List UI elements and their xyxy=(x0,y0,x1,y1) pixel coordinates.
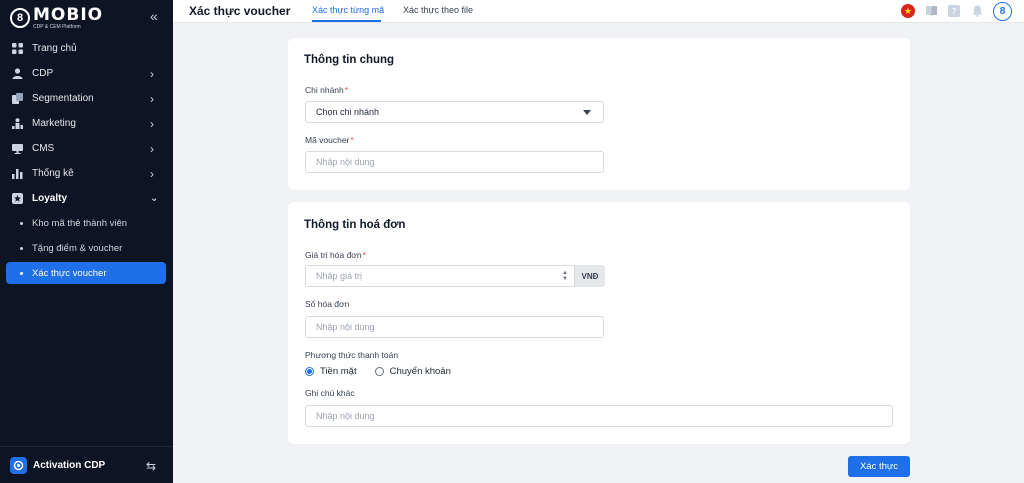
page-title: Xác thực voucher xyxy=(189,4,291,18)
branch-select-value: Chọn chi nhánh xyxy=(316,107,380,117)
user-icon xyxy=(12,68,23,79)
sidebar-item-segmentation[interactable]: Segmentation › xyxy=(0,86,173,111)
chart-icon xyxy=(12,168,23,179)
sidebar-item-label: CDP xyxy=(32,68,54,79)
number-stepper-icon[interactable]: ▲ ▼ xyxy=(562,270,568,282)
general-info-card: Thông tin chung Chi nhánh* Chọn chi nhán… xyxy=(288,38,910,190)
sidebar-item-label: Segmentation xyxy=(32,93,94,104)
vietnam-flag-icon[interactable]: ★ xyxy=(901,4,915,18)
invoice-number-label: Số hóa đơn xyxy=(305,299,350,309)
chevron-right-icon: › xyxy=(150,142,154,156)
radio-cash[interactable] xyxy=(305,367,314,376)
collapse-sidebar-icon[interactable]: « xyxy=(150,8,158,24)
payment-method-options: Tiền mặt Chuyển khoản xyxy=(305,366,451,377)
sidebar-item-label: CMS xyxy=(32,143,55,154)
radio-transfer[interactable] xyxy=(374,367,384,376)
note-label: Ghi chú khác xyxy=(305,388,355,398)
radio-cash-label[interactable]: Tiền mặt xyxy=(320,366,357,377)
activation-label: Activation CDP xyxy=(33,459,106,471)
grid-icon xyxy=(12,43,23,54)
note-placeholder: Nhập nội dung xyxy=(316,411,375,421)
active-tab-indicator xyxy=(312,20,381,22)
sidebar-item-statistics[interactable]: Thống kê › xyxy=(0,161,173,186)
help-icon[interactable]: ? xyxy=(947,4,961,18)
brand-logo[interactable]: 8 MOBIO CDP & CEM Platform xyxy=(10,4,104,30)
header-actions: ★ ? 8 xyxy=(901,1,1012,21)
verify-button[interactable]: Xác thực xyxy=(848,456,910,477)
sidebar-subitem-label: Tặng điểm & voucher xyxy=(32,243,123,254)
note-input[interactable]: Nhập nội dung xyxy=(305,405,893,427)
brand-name: MOBIO xyxy=(33,4,104,25)
bell-icon[interactable] xyxy=(970,4,984,18)
chevron-right-icon: › xyxy=(150,67,154,81)
swap-icon[interactable]: ⇆ xyxy=(146,459,156,473)
sidebar-subitem-label: Xác thực voucher xyxy=(32,267,107,279)
sidebar-item-cms[interactable]: CMS › xyxy=(0,136,173,161)
bullet-icon xyxy=(20,247,23,250)
activation-cdp[interactable]: Activation CDP ⇆ xyxy=(0,446,173,483)
sidebar-item-cdp[interactable]: CDP › xyxy=(0,61,173,86)
invoice-info-title: Thông tin hoá đơn xyxy=(304,219,406,231)
sidebar-subitem-member-cards[interactable]: Kho mã thẻ thành viên xyxy=(0,211,173,236)
invoice-value-input[interactable]: Nhập giá trị ▲ ▼ xyxy=(305,265,575,287)
invoice-number-placeholder: Nhập nội dung xyxy=(316,322,375,332)
sidebar-item-loyalty[interactable]: Loyalty ⌄ xyxy=(0,186,173,211)
brand-subtitle: CDP & CEM Platform xyxy=(33,23,81,30)
segment-icon xyxy=(12,93,23,104)
voucher-placeholder: Nhập nội dung xyxy=(316,157,375,167)
book-icon[interactable] xyxy=(924,4,938,18)
sidebar-item-label: Marketing xyxy=(32,118,76,129)
invoice-value-placeholder: Nhập giá trị xyxy=(316,271,363,281)
radio-transfer-label[interactable]: Chuyển khoản xyxy=(390,366,451,377)
sidebar-item-marketing[interactable]: Marketing › xyxy=(0,111,173,136)
general-info-title: Thông tin chung xyxy=(304,54,395,66)
branch-label: Chi nhánh* xyxy=(305,85,349,95)
voucher-input[interactable]: Nhập nội dung xyxy=(305,151,604,173)
sidebar-menu: Trang chủ CDP › Segmentation › Marketing… xyxy=(0,36,173,284)
invoice-info-card: Thông tin hoá đơn Giá trị hóa đơn* Nhập … xyxy=(288,202,910,444)
tab-verify-single[interactable]: Xác thực từng mã xyxy=(312,5,384,15)
monitor-icon xyxy=(12,143,23,154)
payment-method-label: Phương thức thanh toán xyxy=(305,350,399,360)
chevron-right-icon: › xyxy=(150,167,154,181)
sidebar-subitem-verify-voucher[interactable]: Xác thực voucher xyxy=(6,262,166,284)
sidebar-item-home[interactable]: Trang chủ xyxy=(0,36,173,61)
voucher-label: Mã voucher* xyxy=(305,135,354,145)
tab-verify-file[interactable]: Xác thực theo file xyxy=(403,5,473,15)
svg-text:?: ? xyxy=(952,8,957,18)
sidebar-subitem-label: Kho mã thẻ thành viên xyxy=(32,218,128,229)
bullet-icon xyxy=(20,271,23,275)
chevron-right-icon: › xyxy=(150,92,154,106)
currency-unit: VNĐ xyxy=(575,265,605,287)
sidebar: 8 MOBIO CDP & CEM Platform « Trang chủ C… xyxy=(0,0,173,483)
logo-mark: 8 xyxy=(10,8,30,28)
sidebar-item-label: Thống kê xyxy=(32,168,74,179)
branch-select[interactable]: Chọn chi nhánh xyxy=(305,101,604,123)
sidebar-subitem-points-voucher[interactable]: Tặng điểm & voucher xyxy=(0,236,173,261)
chevron-down-icon: ⌄ xyxy=(150,193,159,204)
invoice-number-input[interactable]: Nhập nội dung xyxy=(305,316,604,338)
activation-icon xyxy=(10,456,27,474)
sidebar-item-label: Loyalty xyxy=(32,193,68,204)
bullet-icon xyxy=(20,222,23,225)
chevron-right-icon: › xyxy=(150,117,154,131)
invoice-value-label: Giá trị hóa đơn* xyxy=(305,250,366,260)
caret-down-icon xyxy=(583,110,591,115)
top-header: Xác thực voucher Xác thực từng mã Xác th… xyxy=(173,0,1024,23)
star-icon xyxy=(12,193,23,204)
marketing-icon xyxy=(12,118,23,129)
user-avatar[interactable]: 8 xyxy=(993,1,1012,21)
sidebar-item-label: Trang chủ xyxy=(32,43,77,54)
